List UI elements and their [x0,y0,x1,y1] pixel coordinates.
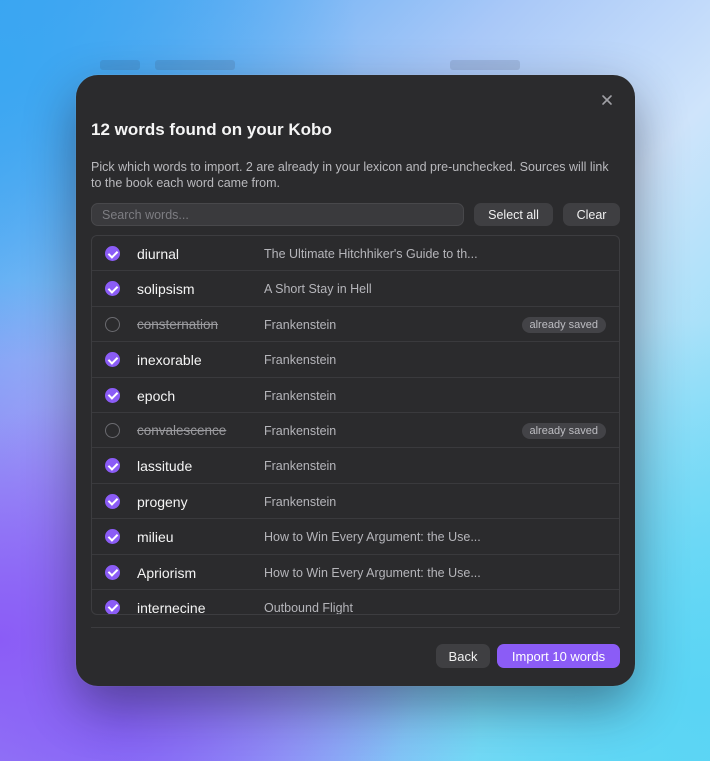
clear-button[interactable]: Clear [563,203,620,226]
close-icon [602,95,612,105]
checked-checkbox[interactable] [105,387,120,403]
word-label: milieu [137,529,174,546]
import-button[interactable]: Import 10 words [497,644,620,668]
close-button[interactable] [596,89,618,111]
word-row[interactable]: internecine Outbound Flight [92,590,619,615]
dialog-description: Pick which words to import. 2 are alread… [91,160,609,190]
source-book: Frankenstein [264,353,337,368]
checked-checkbox[interactable] [105,281,120,297]
word-label: solipsism [137,281,195,298]
word-label: inexorable [137,352,202,369]
footer-divider [91,627,620,628]
word-label: consternation [137,316,219,332]
word-label: internecine [137,599,206,615]
checked-checkbox[interactable] [105,458,120,474]
checked-checkbox[interactable] [105,246,120,261]
word-row[interactable]: convalescence Frankenstein already saved [92,413,619,449]
checked-checkbox[interactable] [105,529,120,545]
source-book: Frankenstein [264,494,337,509]
source-book: The Ultimate Hitchhiker's Guide to th... [264,247,478,261]
checked-checkbox[interactable] [105,564,120,580]
word-label: epoch [137,387,176,404]
word-row[interactable]: epoch Frankenstein [92,378,619,413]
word-row[interactable]: diurnal The Ultimate Hitchhiker's Guide t… [92,236,619,272]
word-row[interactable]: lassitude Frankenstein [92,448,619,484]
search-input[interactable] [91,203,464,226]
toolbar: Select all Clear [91,203,620,227]
import-words-dialog: 12 words found on your Kobo Pick which w… [76,75,635,686]
word-row[interactable]: solipsism A Short Stay in Hell [92,271,619,307]
back-button[interactable]: Back [436,644,490,668]
source-book: Frankenstein [264,459,337,474]
word-list: diurnal The Ultimate Hitchhiker's Guide t… [91,235,620,615]
word-row[interactable]: progeny Frankenstein [92,484,619,520]
word-label: convalescence [137,422,227,438]
unchecked-checkbox[interactable] [105,316,120,332]
source-book: How to Win Every Argument: the Use... [264,565,481,580]
word-row[interactable]: consternation Frankenstein already saved [92,307,619,343]
word-label: Apriorism [137,564,197,581]
checked-checkbox[interactable] [105,493,120,509]
word-row[interactable]: inexorable Frankenstein [92,342,619,378]
word-label: diurnal [137,246,180,262]
word-label: lassitude [137,458,193,475]
source-book: Outbound Flight [264,600,353,615]
already-saved-badge: already saved [521,316,606,333]
checked-checkbox[interactable] [105,352,120,368]
unchecked-checkbox[interactable] [105,422,120,438]
source-book: A Short Stay in Hell [264,282,372,297]
checked-checkbox[interactable] [105,599,120,614]
source-book: Frankenstein [264,317,337,332]
select-all-button[interactable]: Select all [474,203,553,226]
dialog-title: 12 words found on your Kobo [91,120,332,139]
word-label: progeny [137,493,188,510]
source-book: Frankenstein [264,388,337,403]
word-row[interactable]: milieu How to Win Every Argument: the Use… [92,519,619,555]
already-saved-badge: already saved [521,422,606,439]
word-row[interactable]: Apriorism How to Win Every Argument: the … [92,555,619,590]
source-book: How to Win Every Argument: the Use... [264,530,481,545]
source-book: Frankenstein [264,423,337,438]
